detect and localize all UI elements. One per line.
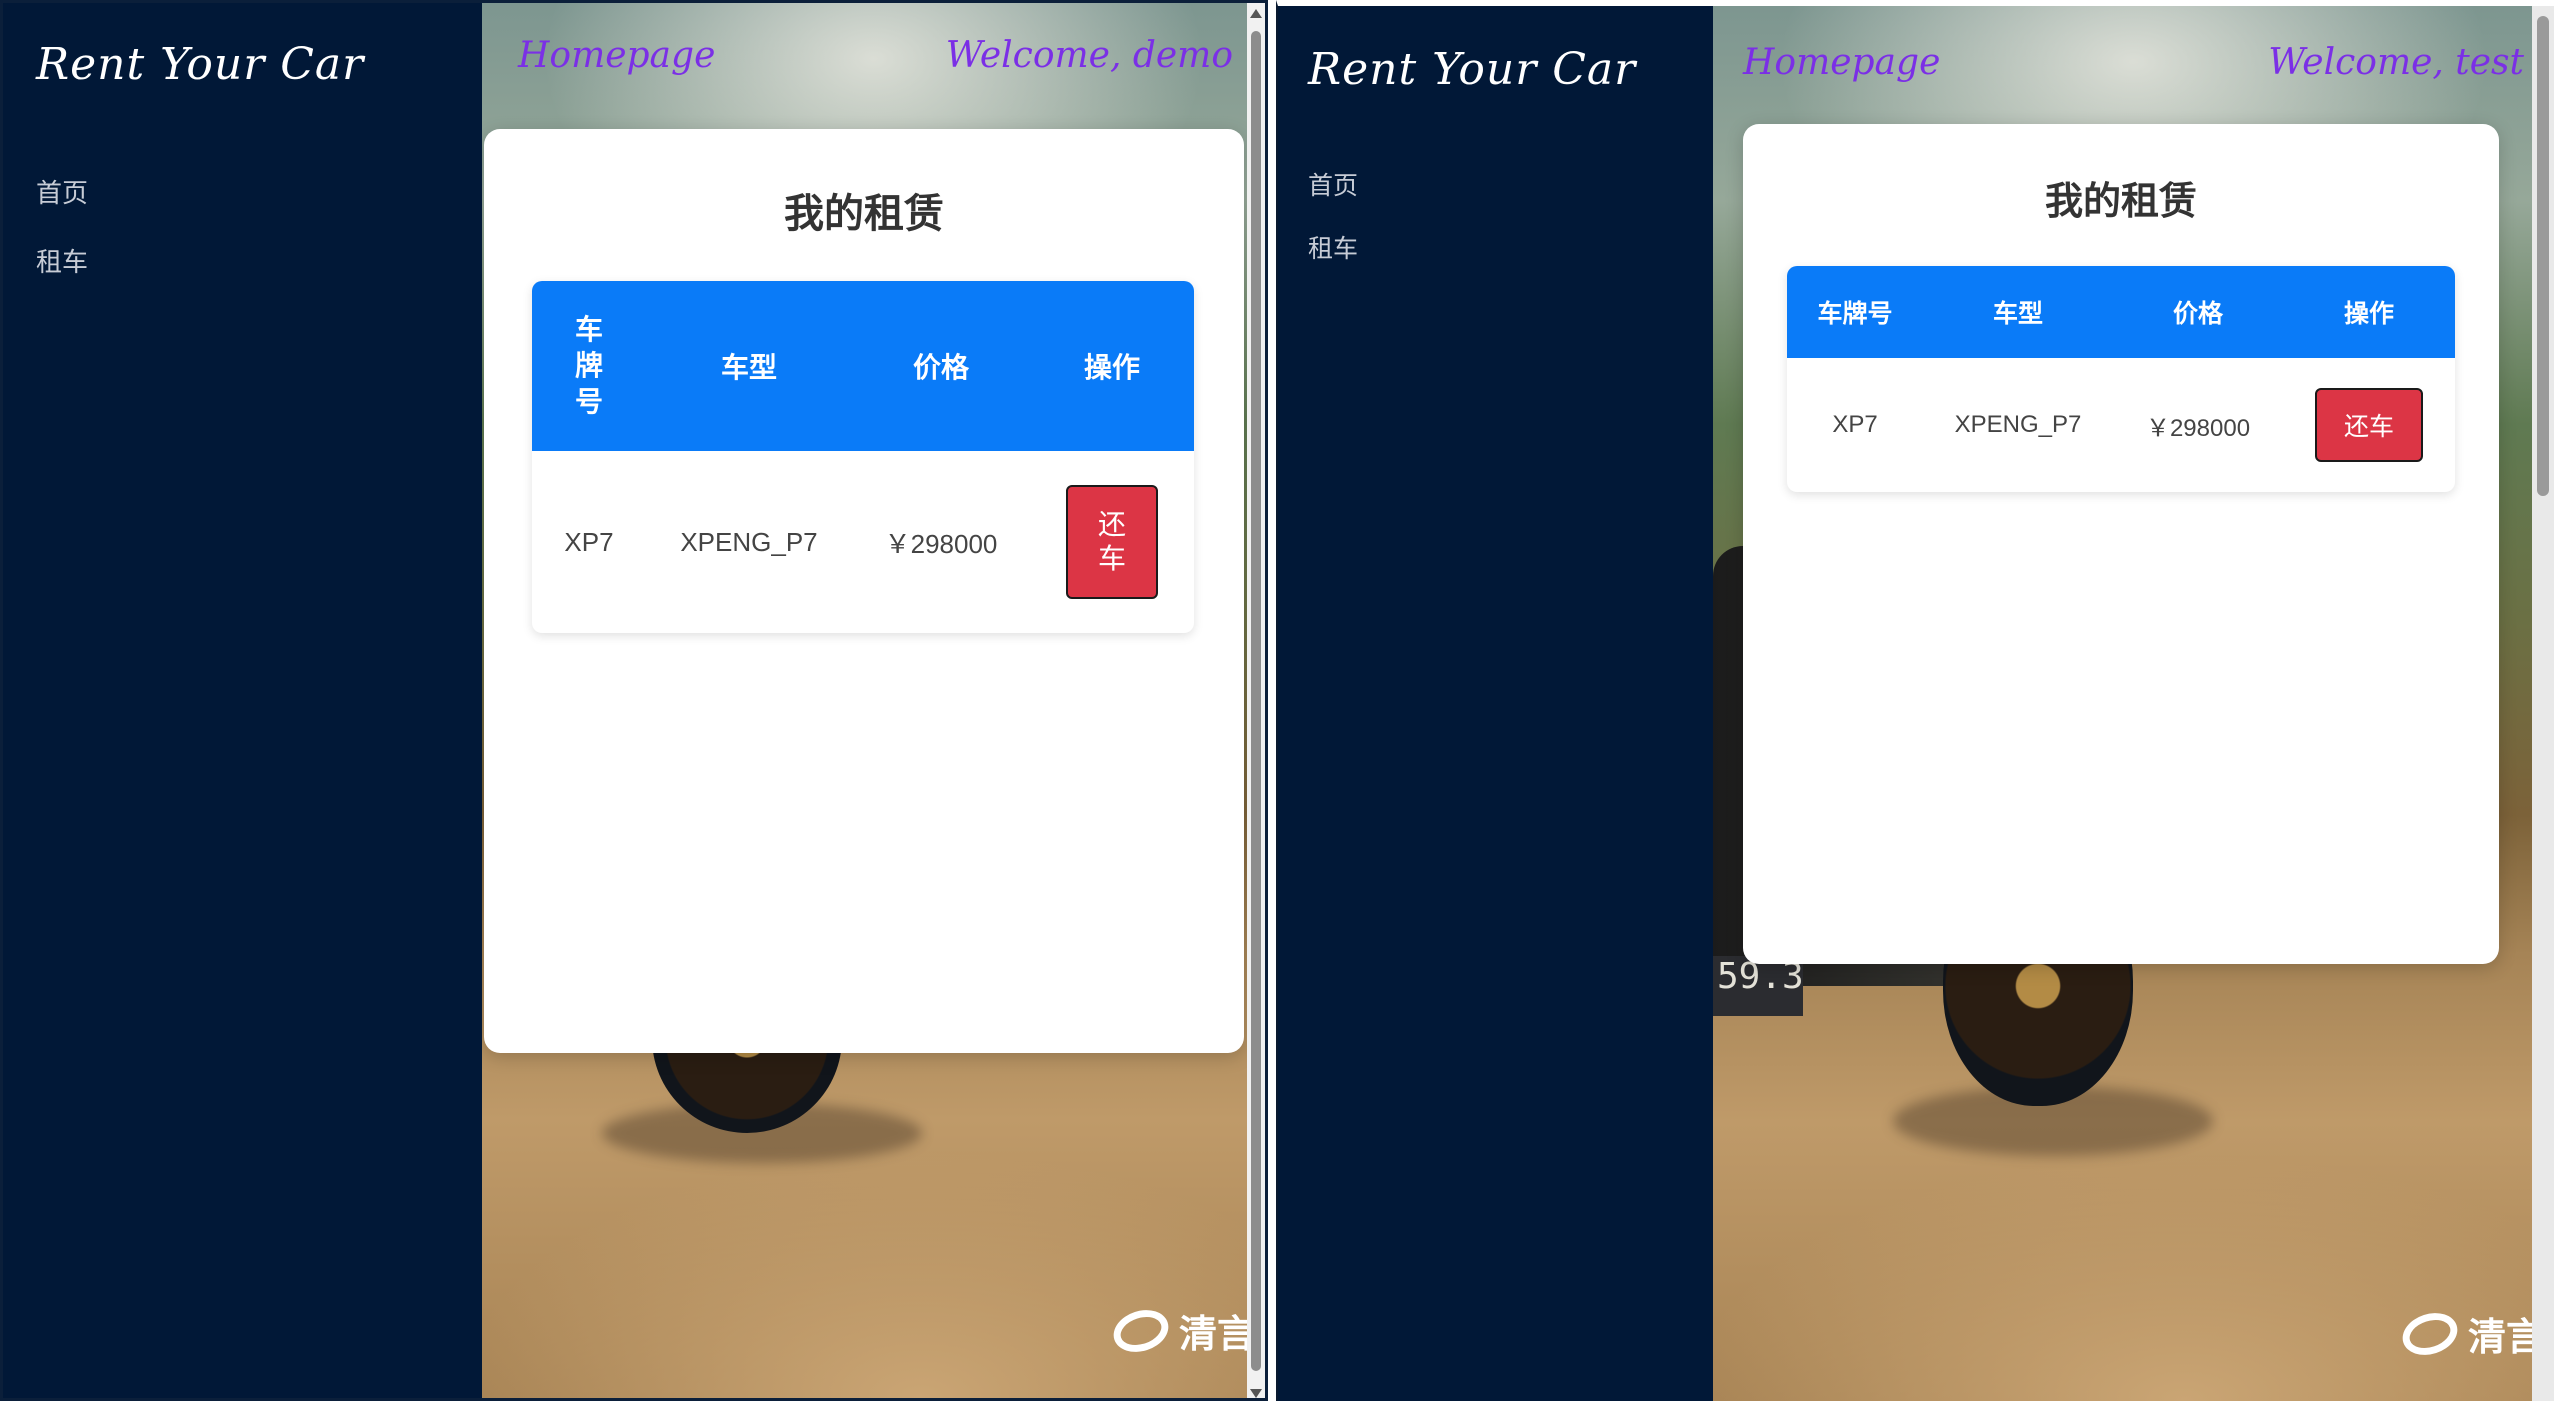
homepage-link[interactable]: Homepage <box>1743 42 1940 83</box>
site-logo[interactable]: Rent Your Car <box>1308 44 1636 95</box>
page-title: 我的租赁 <box>2044 181 2197 223</box>
watermark-logo-icon <box>1108 1302 1174 1359</box>
my-rentals-card: 我的租赁 车牌号 车型 价格 操作 XP7 XPENG_P7 ￥298000 还… <box>484 129 1244 1053</box>
sidebar-item-rent[interactable]: 租车 <box>36 242 88 279</box>
column-header-model: 车型 <box>1992 300 2043 328</box>
column-header-model: 车型 <box>720 352 777 383</box>
vertical-scrollbar[interactable] <box>1247 3 1265 1398</box>
top-bar: Homepage Welcome, test <box>1713 6 2554 126</box>
column-header-price: 价格 <box>912 352 969 383</box>
table-row: XP7 XPENG_P7 ￥298000 还车 <box>532 451 1194 633</box>
left-browser-window: Rent Your Car 首页 租车 清言 Homepage Welcome,… <box>0 0 1268 1401</box>
page-title: 我的租赁 <box>784 192 944 236</box>
screen: Rent Your Car 首页 租车 清言 Homepage Welcome,… <box>0 0 2554 1401</box>
license-plate-decoration: 59.3 <box>1713 956 1804 1016</box>
sidebar-item-home[interactable]: 首页 <box>1308 166 1358 202</box>
cell-price: ￥298000 <box>884 528 998 559</box>
sidebar-item-rent[interactable]: 租车 <box>1308 229 1358 265</box>
column-header-action: 操作 <box>1083 352 1140 383</box>
welcome-text: Welcome, demo <box>945 35 1233 76</box>
cell-action: 还车 <box>2283 358 2455 492</box>
site-logo[interactable]: Rent Your Car <box>36 39 364 90</box>
watermark: 清言 <box>1108 1302 1255 1359</box>
cell-action: 还车 <box>1030 451 1194 633</box>
homepage-link[interactable]: Homepage <box>518 35 715 76</box>
cell-model: XPENG_P7 <box>1954 411 2082 438</box>
cell-plate: XP7 <box>1832 411 1878 438</box>
my-rentals-card: 我的租赁 车牌号 车型 价格 操作 XP7 XPENG_P7 ￥298000 还… <box>1743 124 2499 964</box>
cell-price: ￥298000 <box>2145 414 2251 442</box>
watermark-text: 清言 <box>1178 1314 1255 1356</box>
welcome-text: Welcome, test <box>2268 42 2524 83</box>
watermark: 清言 <box>2397 1305 2544 1362</box>
sidebar: Rent Your Car 首页 租车 <box>3 3 482 1398</box>
rentals-table: 车牌号 车型 价格 操作 XP7 XPENG_P7 ￥298000 还车 <box>532 281 1194 633</box>
scrollbar-thumb[interactable] <box>1251 31 1261 1371</box>
sidebar-item-home[interactable]: 首页 <box>36 173 88 210</box>
main-content: 59.3 清言 Homepage Welcome, test 我的租赁 车牌号 … <box>1713 6 2554 1401</box>
rentals-table: 车牌号 车型 价格 操作 XP7 XPENG_P7 ￥298000 还车 <box>1787 266 2455 492</box>
column-header-plate: 车牌号 <box>574 314 603 417</box>
table-header: 车牌号 车型 价格 操作 <box>532 281 1194 451</box>
top-bar: Homepage Welcome, demo <box>482 3 1265 123</box>
column-header-action: 操作 <box>2343 300 2394 328</box>
cell-plate: XP7 <box>564 526 614 557</box>
sidebar: Rent Your Car 首页 租车 <box>1278 6 1713 1401</box>
column-header-price: 价格 <box>2172 300 2223 328</box>
sidebar-nav: 首页 租车 <box>1308 166 1358 292</box>
return-car-button[interactable]: 还车 <box>2315 388 2423 462</box>
scroll-up-arrow-icon[interactable] <box>1250 9 1262 18</box>
scrollbar-thumb[interactable] <box>2537 16 2549 496</box>
column-header-plate: 车牌号 <box>1817 300 1893 328</box>
table-header: 车牌号 车型 价格 操作 <box>1787 266 2455 358</box>
right-browser-window: Rent Your Car 首页 租车 59.3 清言 Homepage Wel… <box>1276 0 2554 1401</box>
cell-model: XPENG_P7 <box>680 526 818 557</box>
sidebar-nav: 首页 租车 <box>36 173 88 311</box>
main-content: 清言 Homepage Welcome, demo 我的租赁 车牌号 车型 价格… <box>482 3 1265 1398</box>
return-car-button[interactable]: 还车 <box>1066 485 1158 599</box>
scroll-down-arrow-icon[interactable] <box>1250 1389 1262 1398</box>
vertical-scrollbar[interactable] <box>2532 6 2554 1401</box>
table-row: XP7 XPENG_P7 ￥298000 还车 <box>1787 358 2455 492</box>
watermark-logo-icon <box>2397 1305 2463 1362</box>
